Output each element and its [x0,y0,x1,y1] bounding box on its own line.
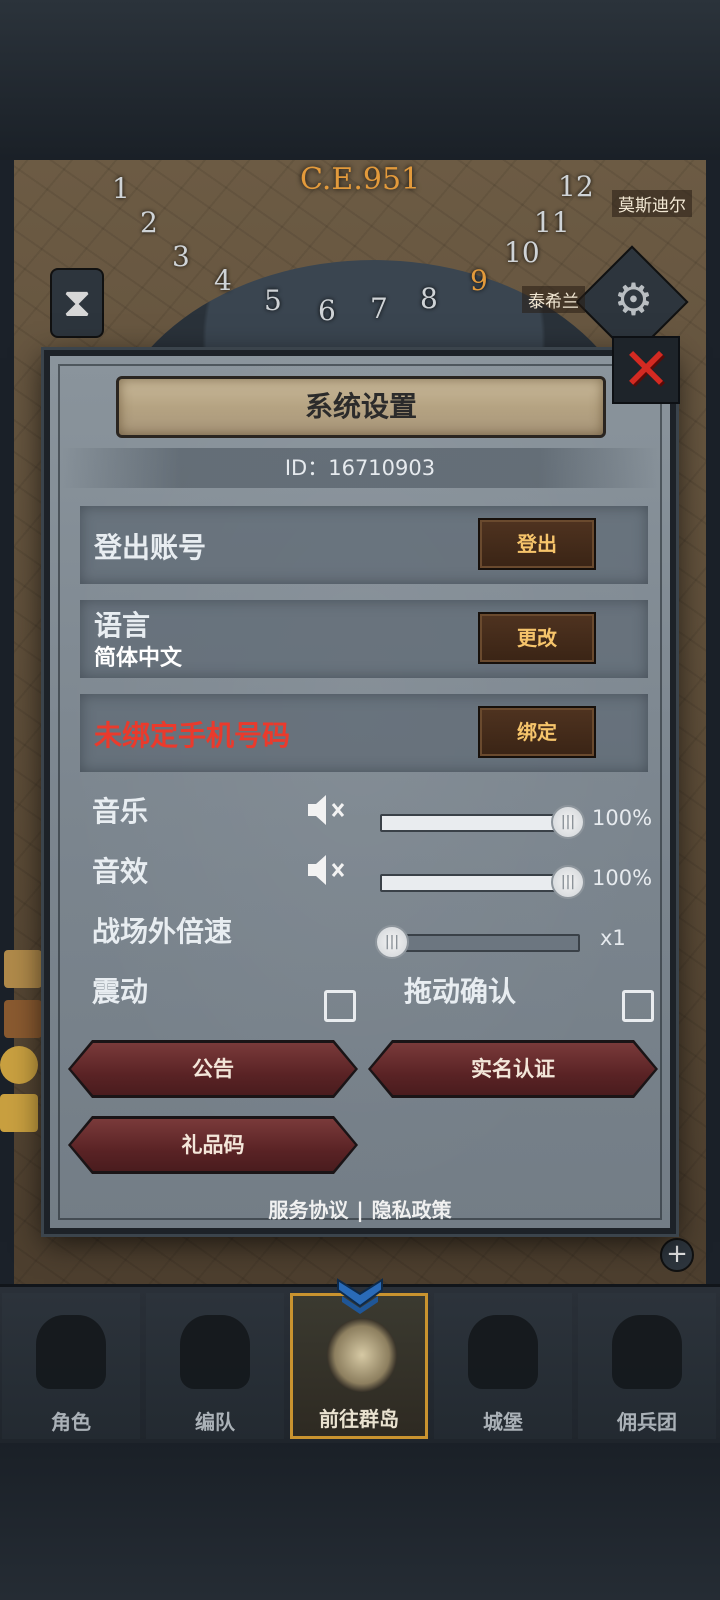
nav-label: 城堡 [483,1410,523,1434]
compass-icon[interactable] [0,1046,38,1084]
player-id: ID：16710903 [62,448,658,488]
dial-number: 6 [318,294,336,327]
music-label: 音乐 [92,795,149,828]
calendar-year: C.E.951 [300,162,421,197]
nav-label: 佣兵团 [617,1410,677,1434]
battle-speed-label: 战场外倍速 [92,915,233,948]
dial-number: 8 [420,282,438,315]
town-label[interactable]: 泰希兰 [522,286,585,313]
dial-number: 7 [370,292,388,325]
castle-icon [468,1315,538,1389]
chest-icon[interactable] [4,1000,42,1038]
dial-number: 1 [112,172,130,205]
privacy-link[interactable]: 隐私政策 [372,1194,452,1223]
change-language-button[interactable]: 更改 [478,612,596,664]
nav-item-mercenary[interactable]: 佣兵团 [578,1293,716,1439]
plus-icon[interactable]: + [660,1238,694,1272]
squad-icon [180,1315,250,1389]
dial-number: 12 [558,170,594,203]
islands-globe-icon [327,1318,397,1392]
dial-number: 4 [214,264,232,297]
footer-links: 服务协议 | 隐私政策 [0,1194,720,1223]
hourglass-icon[interactable]: ⧗ [50,268,104,338]
mercenary-icon [612,1315,682,1389]
drag-confirm-label: 拖动确认 [404,975,517,1008]
battle-speed-slider[interactable]: ||| [375,925,580,959]
language-row: 语言 简体中文 更改 [80,600,648,678]
nav-item-squad[interactable]: 编队 [146,1293,284,1439]
chevron-down-icon [334,1276,386,1316]
town-label[interactable]: 莫斯迪尔 [612,190,692,217]
logout-label: 登出账号 [94,531,207,564]
music-mute-icon[interactable] [304,790,348,830]
bind-phone-button[interactable]: 绑定 [478,706,596,758]
close-icon: ✕ [621,335,671,403]
logout-button[interactable]: 登出 [478,518,596,570]
dial-number: 11 [534,206,570,239]
vibration-checkbox[interactable] [324,990,356,1022]
battle-speed-value: x1 [600,926,626,950]
sfx-mute-icon[interactable] [304,850,348,890]
battle-speed-knob[interactable]: ||| [375,925,409,959]
drag-confirm-checkbox[interactable] [622,990,654,1022]
dial-number-current: 9 [470,264,488,297]
nav-label: 角色 [51,1410,91,1434]
language-value: 简体中文 [94,646,183,671]
giftcode-button[interactable]: 礼品码 [71,1119,355,1171]
sfx-value: 100% [592,866,653,890]
scroll-icon[interactable] [4,950,42,988]
dial-number: 10 [504,236,540,269]
dial-number: 2 [140,206,158,239]
music-value: 100% [592,806,653,830]
phone-unbound-label: 未绑定手机号码 [94,719,291,752]
sfx-label: 音效 [92,855,149,888]
vibration-label: 震动 [92,975,149,1008]
sfx-slider-knob[interactable]: ||| [551,865,585,899]
close-button[interactable]: ✕ [612,336,680,404]
music-slider[interactable]: ||| [380,805,585,839]
nav-item-castle[interactable]: 城堡 [434,1293,572,1439]
sfx-slider[interactable]: ||| [380,865,585,899]
search-icon[interactable] [0,1094,38,1132]
dialog-title: 系统设置 [304,390,417,423]
phone-bind-row: 未绑定手机号码 绑定 [80,694,648,772]
realname-verify-button[interactable]: 实名认证 [371,1043,655,1095]
dial-number: 3 [172,240,190,273]
nav-item-character[interactable]: 角色 [2,1293,140,1439]
gear-icon: ⚙ [613,274,654,326]
language-label: 语言 [94,609,151,642]
footer-separator: | [356,1198,364,1222]
nav-label: 编队 [195,1410,235,1434]
nav-label: 前往群岛 [319,1407,399,1431]
music-slider-knob[interactable]: ||| [551,805,585,839]
terms-link[interactable]: 服务协议 [268,1194,348,1223]
dial-number: 5 [264,284,282,317]
notice-button[interactable]: 公告 [71,1043,355,1095]
knight-icon [36,1315,106,1389]
bottom-area [0,1440,720,1600]
dialog-title-plate: 系统设置 [116,376,606,438]
top-status-area [0,0,720,160]
logout-row: 登出账号 登出 [80,506,648,584]
